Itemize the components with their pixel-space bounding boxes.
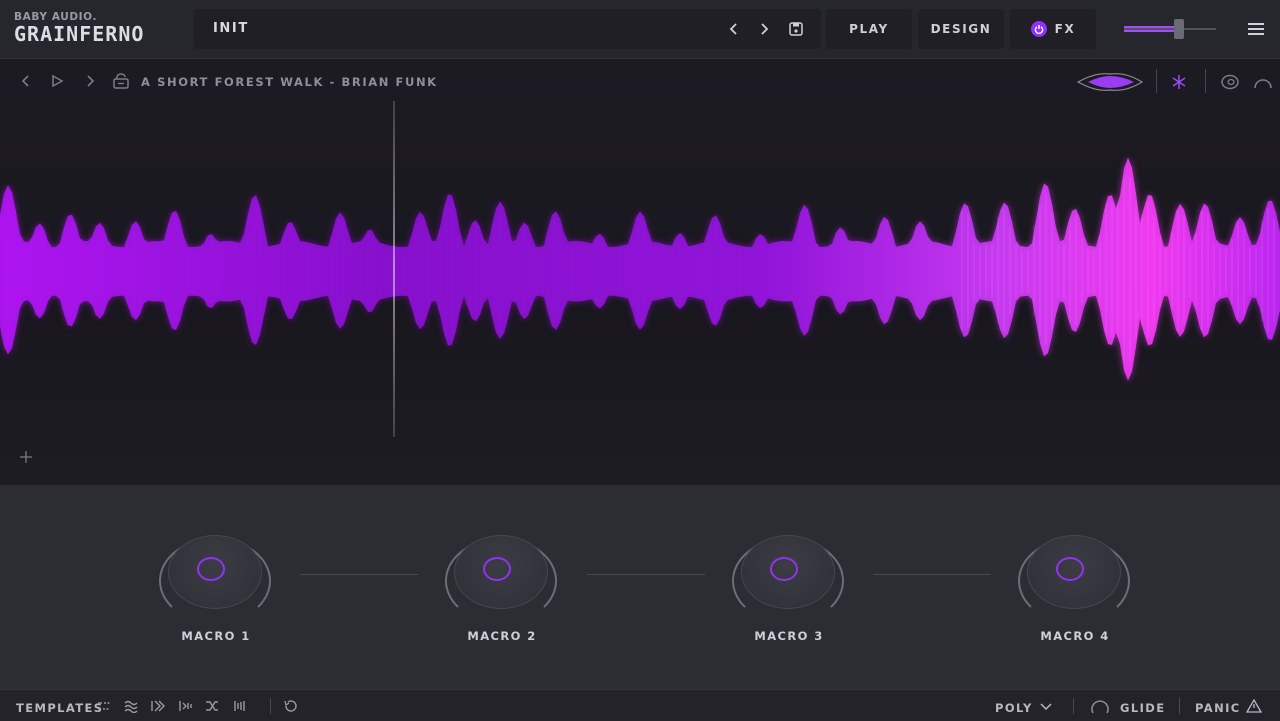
slider-fill — [1124, 25, 1180, 33]
preset-prev-button[interactable] — [724, 19, 744, 39]
top-bar: BABY AUDIO. GRAINFERNO INIT PLAY DESIGN … — [0, 0, 1280, 59]
voice-mode-dropdown[interactable] — [1039, 699, 1053, 713]
voice-mode-select[interactable]: POLY — [995, 701, 1033, 715]
template-wave-button[interactable] — [124, 699, 138, 713]
knob-icon — [1091, 700, 1109, 714]
macro-1: MACRO 1 — [156, 525, 276, 645]
brand-logo: BABY AUDIO. GRAINFERNO — [14, 11, 144, 45]
tab-play[interactable]: PLAY — [826, 9, 912, 49]
knob-indicator — [197, 557, 225, 581]
chevron-right-icon — [87, 75, 95, 87]
panic-button[interactable]: PANIC — [1195, 701, 1241, 715]
waveform-graphic — [0, 157, 1280, 381]
wave-icon — [124, 700, 138, 713]
macro-3-label: MACRO 3 — [754, 629, 824, 643]
macro-3: MACRO 3 — [729, 525, 849, 645]
chevron-right-icon — [761, 23, 769, 35]
sample-play-button[interactable] — [49, 73, 65, 89]
macro-4-label: MACRO 4 — [1040, 629, 1110, 643]
sample-prev-button[interactable] — [18, 73, 34, 89]
macro-connector — [300, 574, 418, 575]
preset-next-button[interactable] — [754, 19, 774, 39]
undo-icon — [284, 700, 297, 712]
bars-icon — [179, 701, 192, 711]
chevron-left-icon — [21, 75, 29, 87]
templates-label: TEMPLATES — [16, 701, 104, 715]
undo-button[interactable] — [283, 699, 297, 713]
footer-divider — [1073, 698, 1074, 714]
template-random-button[interactable] — [205, 699, 219, 713]
comb-icon — [234, 701, 245, 711]
waveform-view-icon — [1076, 73, 1144, 91]
sample-title[interactable]: A SHORT FOREST WALK - BRIAN FUNK — [141, 75, 438, 89]
preset-name[interactable]: INIT — [213, 21, 249, 36]
macro-2-label: MACRO 2 — [467, 629, 537, 643]
preset-browser[interactable]: INIT — [194, 9, 821, 49]
chevron-left-icon — [729, 23, 737, 35]
template-forward-button[interactable] — [151, 699, 165, 713]
loop-icon — [1254, 79, 1272, 89]
tab-design-label: DESIGN — [930, 22, 992, 36]
view-mode-button[interactable] — [1076, 69, 1144, 95]
footer-divider — [1179, 698, 1180, 714]
macro-panel: MACRO 1 MACRO 2 MACRO 3 MACRO 4 — [0, 484, 1280, 689]
macro-1-label: MACRO 1 — [181, 629, 251, 643]
record-button[interactable] — [1220, 73, 1240, 91]
tab-play-label: PLAY — [849, 22, 889, 36]
scatter-icon — [98, 702, 110, 710]
panic-icon-button[interactable] — [1246, 699, 1262, 713]
chevron-down-icon — [1040, 703, 1052, 711]
shuffle-icon — [206, 701, 218, 711]
sample-lock-button[interactable] — [112, 73, 130, 89]
sample-toolbar: A SHORT FOREST WALK - BRIAN FUNK — [0, 59, 1280, 103]
knob-indicator — [770, 557, 798, 581]
macro-connector — [873, 574, 991, 575]
loop-button[interactable] — [1252, 73, 1274, 91]
template-comb-button[interactable] — [233, 699, 247, 713]
macro-4: MACRO 4 — [1015, 525, 1135, 645]
hamburger-menu-icon — [1248, 23, 1264, 35]
plus-icon — [20, 451, 32, 463]
tab-fx[interactable]: FX — [1010, 9, 1096, 49]
macro-2: MACRO 2 — [442, 525, 562, 645]
warning-icon — [1246, 699, 1262, 713]
output-level-slider[interactable] — [1124, 19, 1216, 39]
record-icon — [1221, 74, 1239, 90]
knob-indicator — [1056, 557, 1084, 581]
template-bars-button[interactable] — [178, 699, 192, 713]
glide-label: GLIDE — [1120, 701, 1166, 715]
footer-bar: TEMPLATES POLY GLIDE PANIC — [0, 689, 1280, 721]
lock-icon — [113, 73, 129, 89]
tab-fx-label: FX — [1054, 22, 1076, 36]
knob-indicator — [483, 557, 511, 581]
tab-design[interactable]: DESIGN — [918, 9, 1004, 49]
glide-knob[interactable] — [1090, 699, 1110, 714]
power-icon[interactable] — [1030, 21, 1047, 37]
toolbar-divider — [1205, 69, 1206, 93]
playhead[interactable] — [393, 101, 395, 437]
fast-forward-icon — [151, 700, 165, 712]
footer-divider — [270, 698, 271, 714]
main-menu-button[interactable] — [1246, 20, 1266, 38]
product-name: GRAINFERNO — [14, 22, 145, 46]
freeze-button[interactable] — [1170, 73, 1188, 91]
template-scatter-button[interactable] — [97, 699, 111, 713]
macro-connector — [587, 574, 705, 575]
toolbar-divider — [1156, 69, 1157, 93]
snowflake-icon — [1172, 75, 1186, 89]
save-icon — [789, 22, 803, 36]
add-region-button[interactable] — [18, 449, 34, 465]
slider-thumb[interactable] — [1174, 19, 1185, 39]
save-preset-button[interactable] — [786, 19, 806, 39]
play-icon — [52, 74, 64, 88]
waveform-display[interactable]: A SHORT FOREST WALK - BRIAN FUNK — [0, 59, 1280, 483]
sample-next-button[interactable] — [82, 73, 98, 89]
